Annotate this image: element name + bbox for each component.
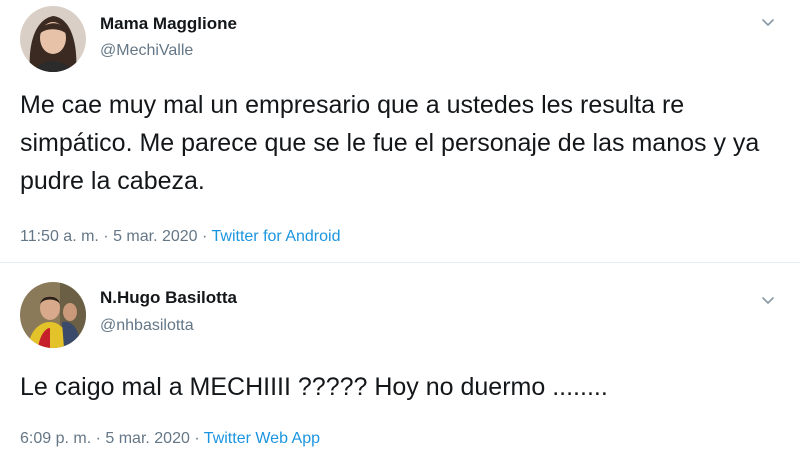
chevron-down-icon[interactable] — [760, 292, 776, 308]
tweet-thread: Mama Magglione @MechiValle Me cae muy ma… — [0, 0, 800, 466]
avatar[interactable] — [20, 282, 86, 348]
avatar[interactable] — [20, 6, 86, 72]
display-name[interactable]: N.Hugo Basilotta — [100, 288, 237, 308]
tweet-text: Le caigo mal a MECHIIII ????? Hoy no due… — [20, 373, 608, 401]
man-avatar-icon — [20, 282, 86, 348]
tweet-timestamp[interactable]: 11:50 a. m. · 5 mar. 2020 · — [20, 228, 212, 245]
display-name[interactable]: Mama Magglione — [100, 14, 237, 34]
chevron-down-icon[interactable] — [760, 14, 776, 30]
tweet-meta: 6:09 p. m. · 5 mar. 2020 · Twitter Web A… — [20, 430, 320, 448]
user-handle[interactable]: @nhbasilotta — [100, 317, 194, 335]
tweet-source-link[interactable]: Twitter for Android — [212, 228, 341, 245]
woman-avatar-icon — [20, 6, 86, 72]
tweet-timestamp[interactable]: 6:09 p. m. · 5 mar. 2020 · — [20, 430, 204, 447]
tweet-meta: 11:50 a. m. · 5 mar. 2020 · Twitter for … — [20, 228, 340, 246]
tweet-text: Me cae muy mal un empresario que a usted… — [20, 91, 760, 195]
user-handle[interactable]: @MechiValle — [100, 42, 193, 60]
tweet-card[interactable]: N.Hugo Basilotta @nhbasilotta Le caigo m… — [0, 262, 800, 466]
tweet-card[interactable]: Mama Magglione @MechiValle Me cae muy ma… — [0, 0, 800, 262]
tweet-source-link[interactable]: Twitter Web App — [204, 430, 320, 447]
